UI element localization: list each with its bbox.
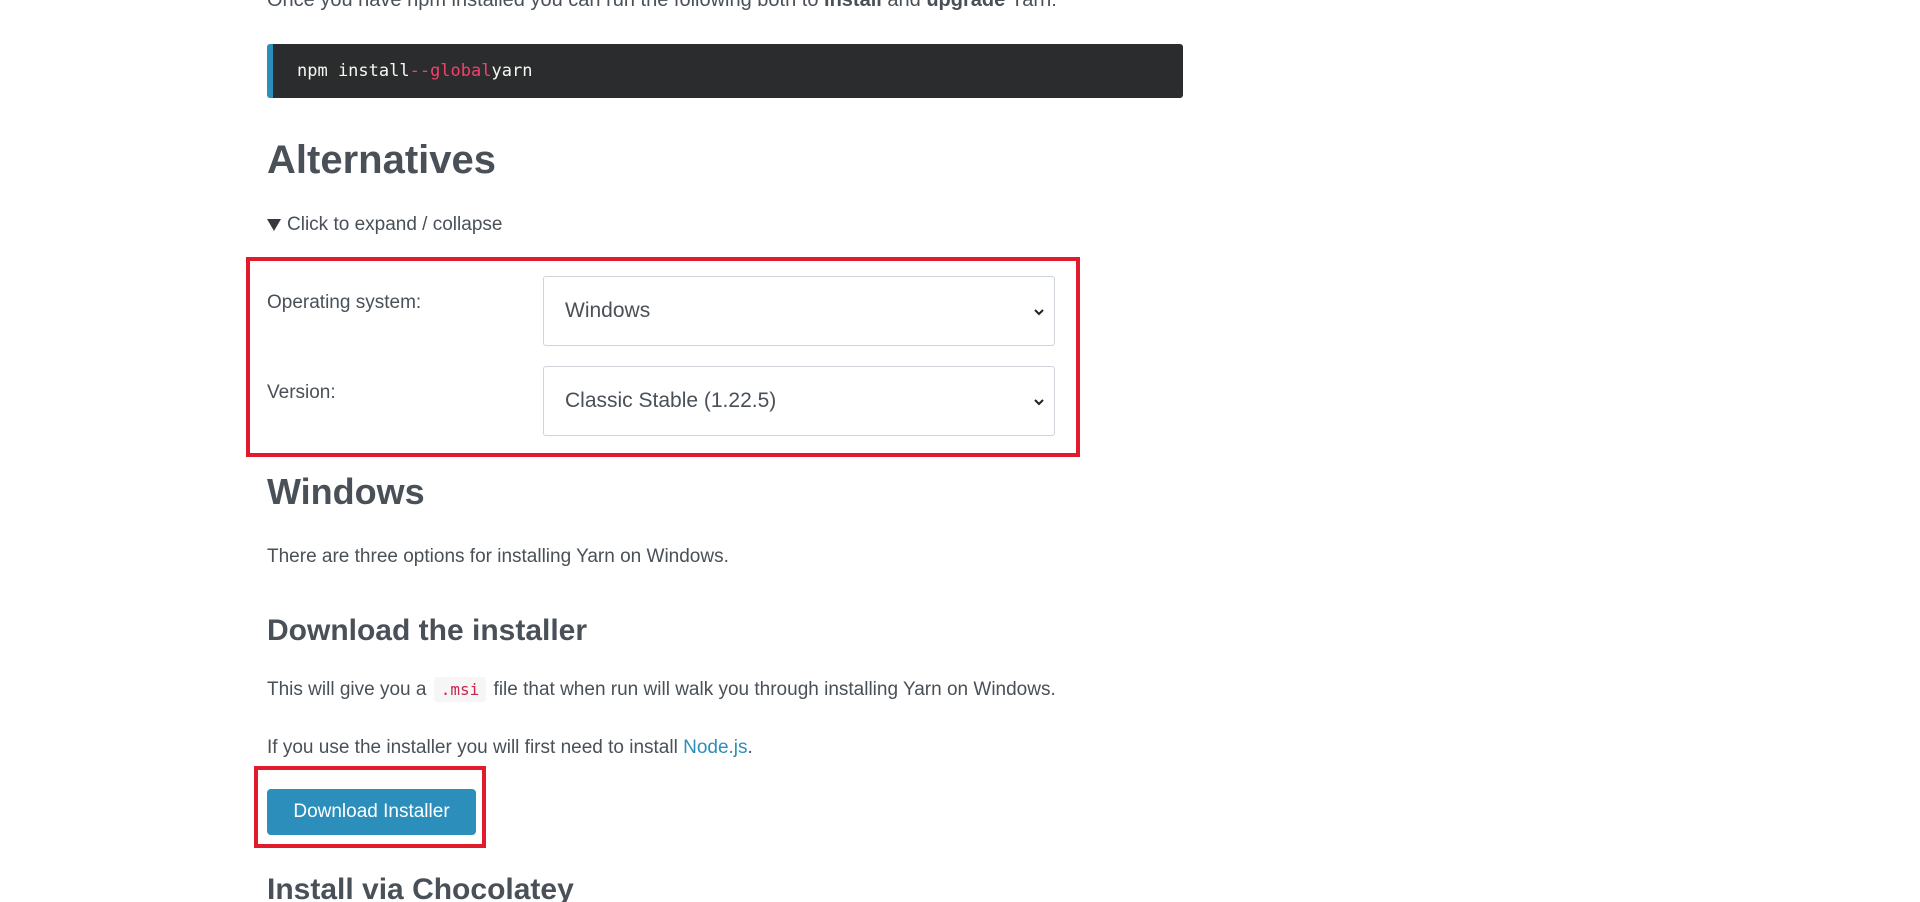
windows-heading: Windows xyxy=(267,471,425,512)
npm-install-code-block: npm install --global yarn xyxy=(267,44,1183,98)
msi-text-after: file that when run will walk you through… xyxy=(493,679,1056,700)
node-text-before: If you use the installer you will first … xyxy=(267,737,678,758)
expand-collapse-toggle[interactable]: Click to expand / collapse xyxy=(267,213,502,237)
intro-text-after: Yarn: xyxy=(1010,0,1057,11)
os-form-row: Operating system: Windows xyxy=(267,276,1055,346)
nodejs-link[interactable]: Node.js xyxy=(683,737,747,758)
intro-upgrade: upgrade xyxy=(926,0,1006,11)
windows-lead-text: There are three options for installing Y… xyxy=(267,546,729,567)
version-select-value: Classic Stable (1.22.5) xyxy=(565,389,777,412)
code-flag: --global xyxy=(409,61,492,81)
version-label: Version: xyxy=(267,382,336,403)
msi-description: This will give you a .msi file that when… xyxy=(267,677,1056,703)
intro-and: and xyxy=(887,0,921,11)
download-installer-button[interactable]: Download Installer xyxy=(267,789,476,835)
chocolatey-heading: Install via Chocolatey xyxy=(267,873,574,902)
msi-code: .msi xyxy=(433,677,487,702)
msi-text-before: This will give you a xyxy=(267,679,427,700)
intro-text: Once you have npm installed you can run … xyxy=(267,0,1057,12)
os-select[interactable]: Windows xyxy=(543,276,1055,346)
code-package: yarn xyxy=(491,61,533,81)
node-text-after: . xyxy=(747,737,753,758)
os-label: Operating system: xyxy=(267,292,422,313)
page: Once you have npm installed you can run … xyxy=(0,0,1920,902)
intro-text-before: Once you have npm installed you can run … xyxy=(267,0,819,11)
alternatives-heading: Alternatives xyxy=(267,138,496,182)
version-select[interactable]: Classic Stable (1.22.5) xyxy=(543,366,1055,436)
intro-install: install xyxy=(824,0,882,11)
chevron-down-icon xyxy=(1034,309,1044,316)
download-installer-heading: Download the installer xyxy=(267,614,588,647)
chevron-down-icon xyxy=(1034,399,1044,406)
triangle-down-icon xyxy=(267,219,281,231)
os-select-value: Windows xyxy=(565,299,651,322)
version-form-row: Version: Classic Stable (1.22.5) xyxy=(267,366,1055,436)
code-command: npm install xyxy=(297,61,410,81)
node-requirement-text: If you use the installer you will first … xyxy=(267,736,753,760)
expand-collapse-label: Click to expand / collapse xyxy=(287,214,503,235)
